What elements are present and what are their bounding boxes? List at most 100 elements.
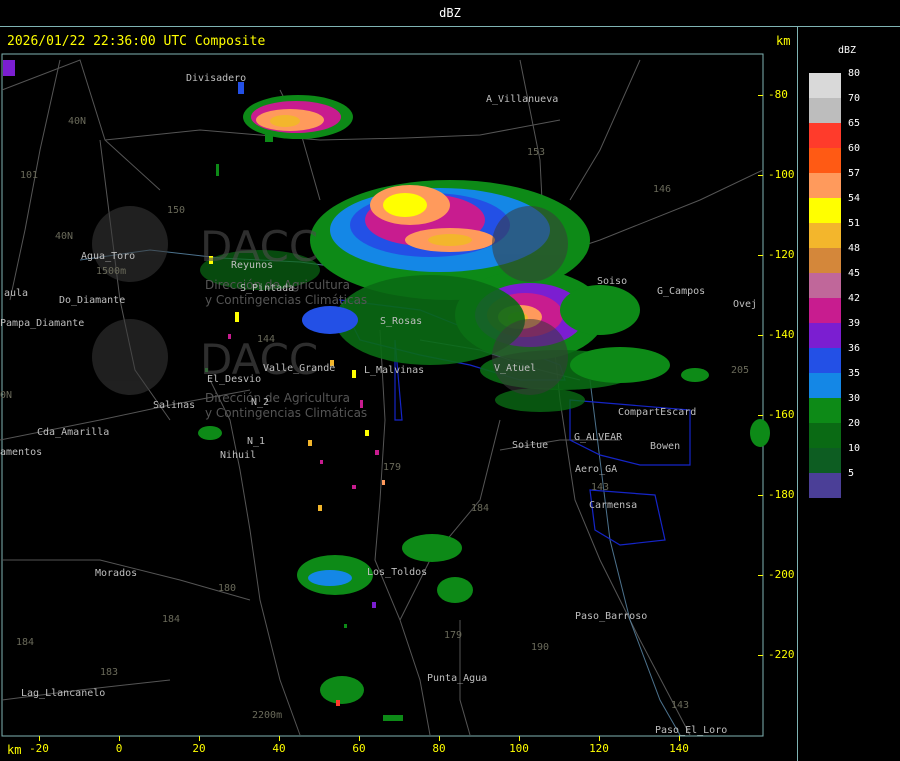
legend-swatch (809, 398, 841, 423)
place-label: Agua_Toro (81, 251, 136, 262)
place-label: 144 (257, 334, 276, 345)
y-tick-mark (758, 175, 763, 176)
legend-value: 65 (848, 118, 861, 129)
legend-swatch (809, 98, 841, 123)
radar-map (0, 53, 770, 737)
x-tick-mark (359, 736, 360, 741)
place-label: 184 (471, 503, 490, 514)
place-label: Aero_GA (575, 464, 618, 475)
x-tick-label: 20 (192, 742, 206, 755)
place-label: Nihuil (220, 450, 257, 461)
place-label: Do_Diamante (59, 295, 126, 306)
x-tick-label: 120 (589, 742, 609, 755)
x-tick-mark (199, 736, 200, 741)
y-tick-mark (758, 335, 763, 336)
y-tick-label: -160 (768, 408, 795, 421)
legend-value: 51 (848, 218, 861, 229)
legend-swatch (809, 323, 841, 348)
legend-value: 54 (848, 193, 861, 204)
place-label: Valle_Grande (263, 363, 336, 374)
place-label: Ovej (733, 299, 758, 310)
legend-swatch (809, 373, 841, 398)
place-label: Pampa_Diamante (0, 318, 85, 329)
map-frame (1, 53, 764, 737)
y-tick-mark (758, 495, 763, 496)
place-label: Los_Toldos (367, 567, 428, 578)
legend-swatch (809, 423, 841, 448)
place-label: Bowen (650, 441, 681, 452)
place-label: L_Malvinas (364, 365, 425, 376)
place-label: Cda_Amarilla (37, 427, 110, 438)
legend-swatch (809, 348, 841, 373)
place-label: 143 (591, 482, 610, 493)
y-tick-label: -100 (768, 168, 795, 181)
y-tick-label: -120 (768, 248, 795, 261)
place-label: 101 (20, 170, 39, 181)
x-tick-mark (679, 736, 680, 741)
x-tick-mark (519, 736, 520, 741)
legend-value: 30 (848, 393, 861, 404)
legend-swatch (809, 448, 841, 473)
x-tick-label: 60 (352, 742, 366, 755)
legend-value: 57 (848, 168, 861, 179)
place-label: Carmensa (589, 500, 638, 511)
place-label: 184 (16, 637, 35, 648)
y-tick-mark (758, 655, 763, 656)
y-tick-label: -180 (768, 488, 795, 501)
km-unit-bottom: km (7, 743, 22, 757)
watermark-text-2b: y Contingencias Climáticas (205, 406, 368, 420)
legend-swatch (809, 173, 841, 198)
place-label: G_ALVEAR (574, 432, 623, 443)
place-label: 150 (167, 205, 186, 216)
legend-value: 48 (848, 243, 861, 254)
x-tick-label: 0 (115, 742, 123, 755)
y-tick-label: -140 (768, 328, 795, 341)
place-label: amentos (0, 447, 43, 458)
place-label: Lag_Llancanelo (21, 688, 106, 699)
place-label: El_Desvio (207, 374, 262, 385)
legend-value: 60 (848, 143, 861, 154)
place-label: 143 (671, 700, 690, 711)
place-label: S_Pintada (240, 283, 295, 294)
legend-value: 20 (848, 418, 861, 429)
legend-swatch (809, 123, 841, 148)
legend-value: 35 (848, 368, 861, 379)
x-tick-label: 80 (432, 742, 446, 755)
place-label: 184 (162, 614, 181, 625)
place-label: 180 (218, 583, 237, 594)
place-label: 40N (55, 231, 74, 242)
watermark-text-2: Dirección de Agricultura (205, 391, 350, 405)
place-label: 183 (100, 667, 119, 678)
place-label: Punta_Agua (427, 673, 488, 684)
x-tick-mark (39, 736, 40, 741)
y-tick-label: -200 (768, 568, 795, 581)
legend-swatch (809, 273, 841, 298)
x-tick-label: -20 (29, 742, 49, 755)
legend-swatch (809, 223, 841, 248)
y-tick-label: -220 (768, 648, 795, 661)
place-label: 0N (0, 390, 13, 401)
roads (0, 59, 764, 736)
y-tick-mark (758, 575, 763, 576)
place-label: Soiso (597, 276, 628, 287)
legend-header: dBZ (838, 45, 857, 56)
timestamp: 2026/01/22 22:36:00 UTC Composite (7, 34, 266, 49)
x-tick-mark (599, 736, 600, 741)
x-tick-mark (119, 736, 120, 741)
place-label: S_Rosas (380, 316, 423, 327)
y-tick-mark (758, 255, 763, 256)
legend-swatch (809, 248, 841, 273)
legend-value: 42 (848, 293, 861, 304)
place-label: 40N (68, 116, 87, 127)
x-tick-label: 40 (272, 742, 286, 755)
legend-value: 45 (848, 268, 861, 279)
place-label: A_Villanueva (486, 94, 559, 105)
legend-swatch (809, 298, 841, 323)
place-label: CompartEscard (618, 407, 697, 418)
legend-value: 70 (848, 93, 861, 104)
place-label: V_Atuel (494, 363, 537, 374)
place-label: 205 (731, 365, 750, 376)
place-label: 146 (653, 184, 672, 195)
place-label: 179 (444, 630, 463, 641)
place-label: Divisadero (186, 73, 247, 84)
